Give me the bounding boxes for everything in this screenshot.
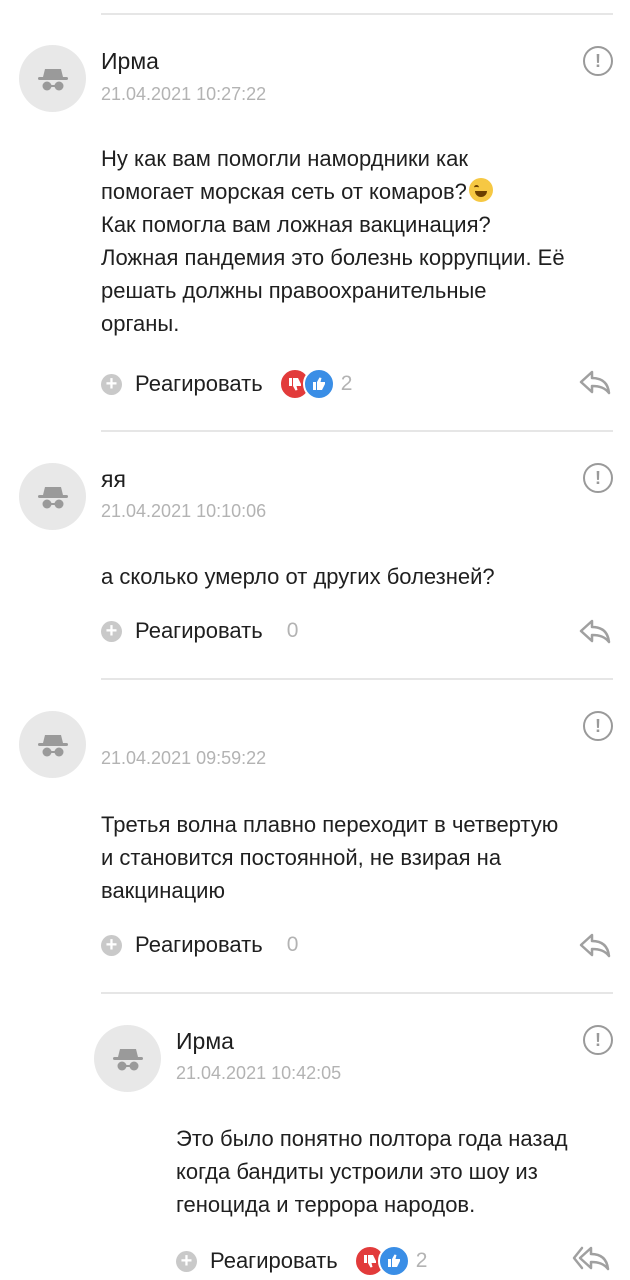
exclamation-icon: ! [595,1029,601,1050]
plus-icon: + [176,1250,197,1272]
avatar[interactable] [19,711,86,778]
comment-timestamp: 21.04.2021 10:42:05 [176,1063,342,1083]
anonymous-user-icon [37,734,68,756]
avatar[interactable] [19,45,86,112]
comment-timestamp: 21.04.2021 09:59:22 [101,748,267,768]
react-button[interactable]: + Реагировать 2 [101,368,352,400]
comment-line-text: помогает морская сеть от комаров? [101,179,467,204]
reaction-count: 0 [286,933,299,956]
comment-body: Ну как вам помогли намордники как помога… [101,142,565,340]
comment-line: Третья волна плавно переходит в четверту… [101,812,559,837]
comment-body: Третья волна плавно переходит в четверту… [101,808,558,907]
react-label: Реагировать [135,371,263,396]
comment-line: а сколько умерло от других болезней? [101,564,495,589]
anonymous-user-icon [37,486,68,508]
react-button[interactable]: + Реагировать 2 [176,1245,427,1277]
report-button[interactable]: ! [583,46,613,76]
comment-line: Это было понятно полтора года назад [176,1126,568,1151]
react-button[interactable]: + Реагировать 0 [101,932,298,958]
anonymous-user-icon [112,1048,143,1070]
avatar[interactable] [94,1025,161,1092]
comment-line: Ну как вам помогли намордники как [101,146,469,171]
comment-line: вакцинацию [101,878,225,903]
reaction-count: 0 [286,619,299,642]
anonymous-user-icon [37,68,68,90]
comment-line: помогает морская сеть от комаров? [101,175,565,208]
comment-body: Это было понятно полтора года назад когд… [176,1122,568,1221]
comment-line: Как помогла вам ложная вакцинация? [101,212,491,237]
comment-author: яя [101,466,126,492]
report-button[interactable]: ! [583,1025,613,1055]
exclamation-icon: ! [595,715,601,736]
reply-icon[interactable] [578,369,612,395]
reaction-count: 2 [340,372,353,395]
divider [101,678,613,680]
report-button[interactable]: ! [583,463,613,493]
plus-icon: + [101,620,122,642]
comment-line: решать должны правоохранительные [101,278,487,303]
reply-all-icon[interactable] [572,1245,612,1271]
comment-timestamp: 21.04.2021 10:27:22 [101,84,267,104]
comment-author: Ирма [101,48,159,74]
exclamation-icon: ! [595,50,601,71]
like-icon [377,1245,410,1277]
plus-icon: + [101,373,122,395]
comment-line: Ложная пандемия это болезнь коррупции. Е… [101,245,565,270]
exclamation-icon: ! [595,467,601,488]
divider [101,992,613,994]
comment-line: и становится постоянной, не взирая на [101,845,502,870]
react-label: Реагировать [210,1248,338,1273]
divider [101,13,613,15]
comment-body: а сколько умерло от других болезней? [101,560,495,593]
report-button[interactable]: ! [583,711,613,741]
comment-author: Ирма [176,1028,234,1054]
plus-icon: + [101,934,122,956]
comment-timestamp: 21.04.2021 10:10:06 [101,501,267,521]
react-button[interactable]: + Реагировать 0 [101,618,298,644]
avatar[interactable] [19,463,86,530]
comment-line: геноцида и террора народов. [176,1192,476,1217]
reaction-badges[interactable] [278,368,335,400]
grinning-sweat-emoji-icon [468,178,493,202]
comment-line: когда бандиты устроили это шоу из [176,1159,538,1184]
divider [101,430,613,432]
reaction-badges[interactable] [353,1245,410,1277]
react-label: Реагировать [135,618,263,643]
reaction-count: 2 [415,1249,428,1272]
like-icon [302,368,335,400]
react-label: Реагировать [135,932,263,957]
reply-icon[interactable] [578,618,612,644]
comment-line: органы. [101,311,180,336]
reply-icon[interactable] [578,932,612,958]
